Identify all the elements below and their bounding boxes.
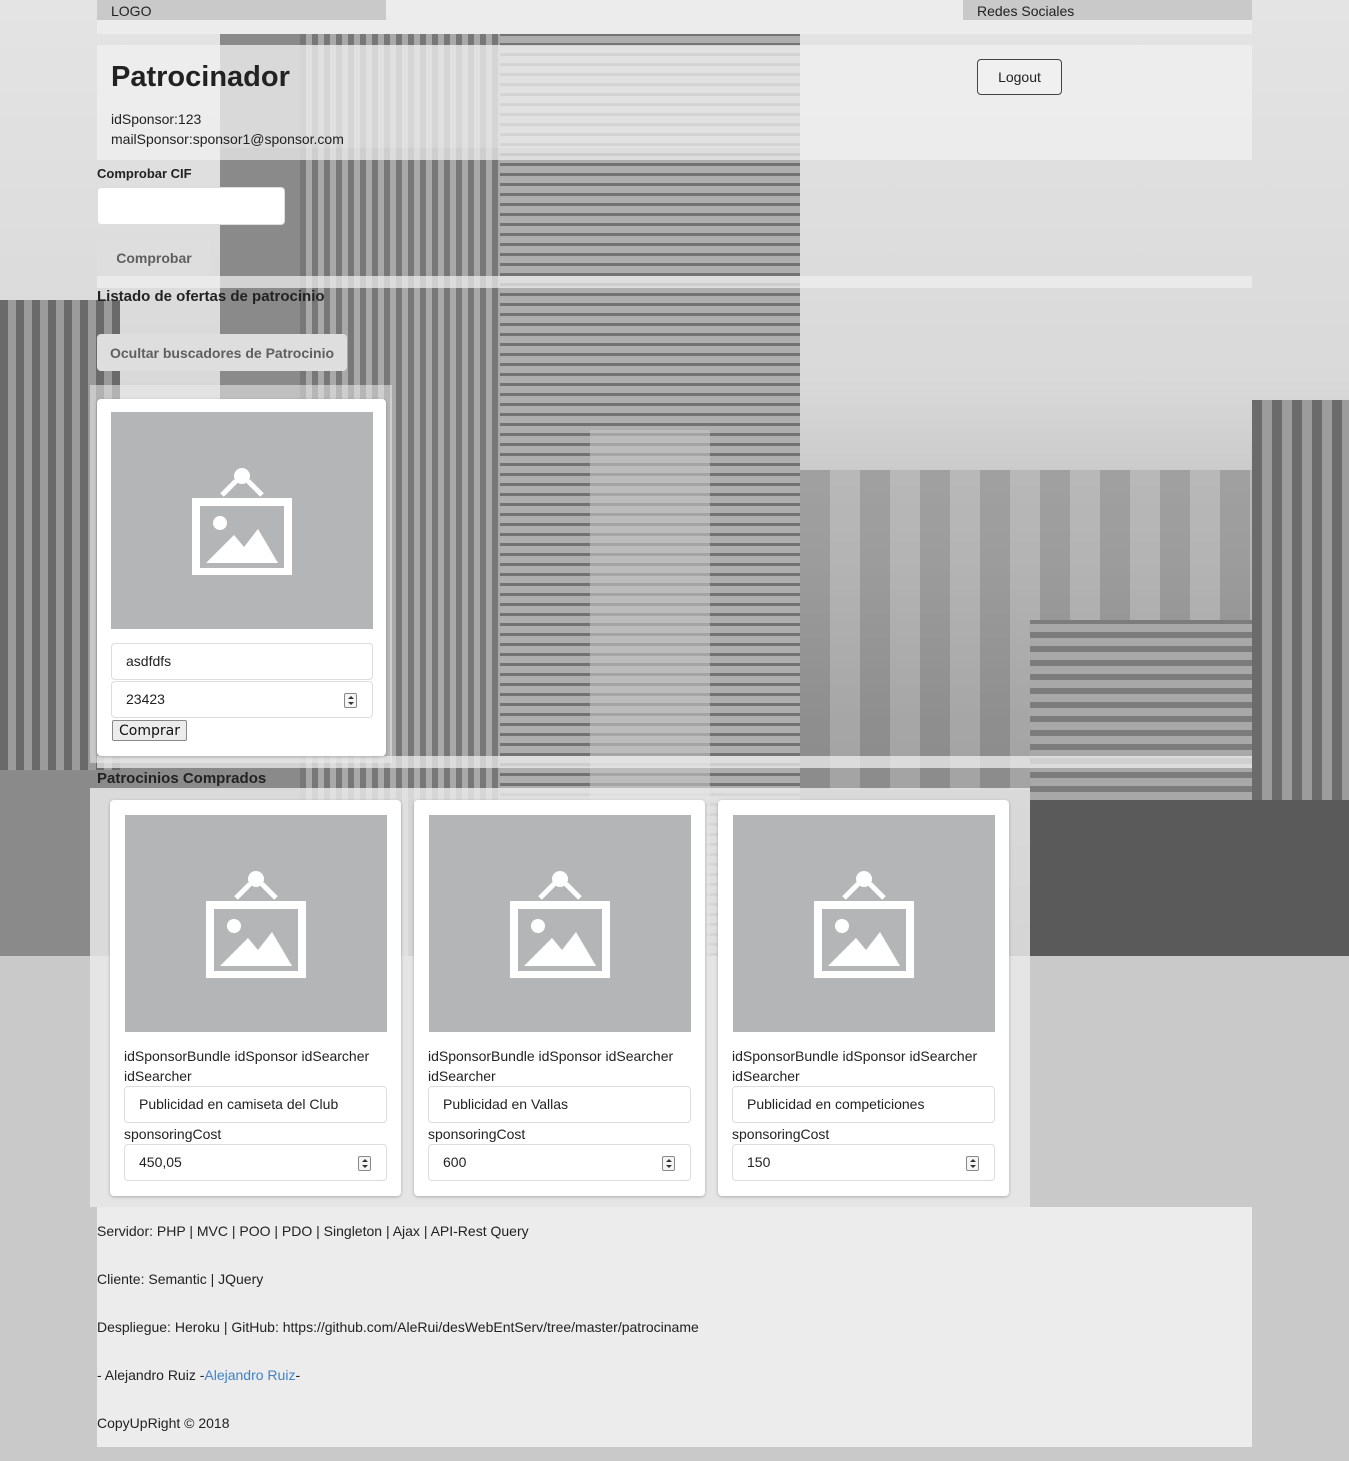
cost-value: 600 (443, 1154, 467, 1170)
sponsor-mail: mailSponsor:sponsor1@sponsor.com (111, 131, 344, 147)
sponsor-id: idSponsor:123 (111, 111, 202, 127)
offers-title: Listado de ofertas de patrocinio (97, 288, 325, 305)
purchased-card: idSponsorBundle idSponsor idSearcher idS… (414, 800, 705, 1196)
cost-value: 150 (747, 1154, 771, 1170)
cost-field[interactable]: 150 (732, 1144, 995, 1181)
cif-label: Comprobar CIF (97, 166, 192, 181)
number-spinner-icon[interactable] (966, 1156, 979, 1171)
footer-copyright: CopyUpRight © 2018 (97, 1415, 230, 1431)
purchased-card: idSponsorBundle idSponsor idSearcher idS… (718, 800, 1009, 1196)
logo[interactable]: LOGO (97, 0, 386, 20)
purchased-card: idSponsorBundle idSponsor idSearcher idS… (110, 800, 401, 1196)
footer: Servidor: PHP | MVC | POO | PDO | Single… (97, 1207, 1252, 1447)
social-links[interactable]: Redes Sociales (963, 0, 1252, 20)
page-title: Patrocinador (111, 61, 290, 93)
footer-client: Cliente: Semantic | JQuery (97, 1271, 264, 1287)
ids-line: idSponsorBundle idSponsor idSearcher (124, 1048, 370, 1064)
offer-cost-value: 23423 (126, 691, 165, 707)
divider-band (97, 276, 1252, 288)
divider-band (97, 148, 1252, 160)
number-spinner-icon[interactable] (344, 693, 357, 708)
footer-author: - Alejandro Ruiz -Alejandro Ruiz- (97, 1367, 300, 1383)
image-placeholder-icon (206, 870, 306, 978)
image-placeholder-icon (814, 870, 914, 978)
author-link[interactable]: Alejandro Ruiz (204, 1367, 295, 1383)
offer-image (111, 412, 373, 629)
author-prefix: - Alejandro Ruiz - (97, 1367, 205, 1383)
ids-line: idSponsorBundle idSponsor idSearcher (732, 1048, 978, 1064)
cif-input[interactable] (97, 187, 285, 225)
offer-name-field[interactable]: asdfdfs (111, 643, 373, 680)
cost-label: sponsoringCost (732, 1126, 830, 1142)
number-spinner-icon[interactable] (662, 1156, 675, 1171)
number-spinner-icon[interactable] (358, 1156, 371, 1171)
bundle-name-field[interactable]: Publicidad en camiseta del Club (124, 1086, 387, 1123)
buy-button[interactable]: Comprar (112, 720, 187, 741)
purchased-title: Patrocinios Comprados (97, 770, 267, 787)
cost-label: sponsoringCost (124, 1126, 222, 1142)
footer-server: Servidor: PHP | MVC | POO | PDO | Single… (97, 1223, 529, 1239)
purchased-image (733, 815, 995, 1032)
check-cif-button[interactable]: Comprobar (97, 239, 211, 276)
offer-cost-field[interactable]: 23423 (111, 681, 373, 718)
purchased-image (125, 815, 387, 1032)
image-placeholder-icon (192, 467, 292, 575)
toggle-search-button[interactable]: Ocultar buscadores de Patrocinio (97, 334, 347, 371)
ids-line: idSponsorBundle idSponsor idSearcher (428, 1048, 674, 1064)
cost-field[interactable]: 600 (428, 1144, 691, 1181)
searcher-label: idSearcher (124, 1068, 192, 1084)
purchased-image (429, 815, 691, 1032)
footer-deploy: Despliegue: Heroku | GitHub: https://git… (97, 1319, 699, 1335)
cost-field[interactable]: 450,05 (124, 1144, 387, 1181)
logout-button[interactable]: Logout (977, 59, 1062, 95)
bundle-name-field[interactable]: Publicidad en competiciones (732, 1086, 995, 1123)
cost-label: sponsoringCost (428, 1126, 526, 1142)
image-placeholder-icon (510, 870, 610, 978)
author-suffix: - (295, 1367, 301, 1383)
searcher-label: idSearcher (732, 1068, 800, 1084)
bundle-name-field[interactable]: Publicidad en Vallas (428, 1086, 691, 1123)
cost-value: 450,05 (139, 1154, 182, 1170)
searcher-label: idSearcher (428, 1068, 496, 1084)
sponsor-profile-panel: Patrocinador idSponsor:123 mailSponsor:s… (97, 45, 1252, 148)
